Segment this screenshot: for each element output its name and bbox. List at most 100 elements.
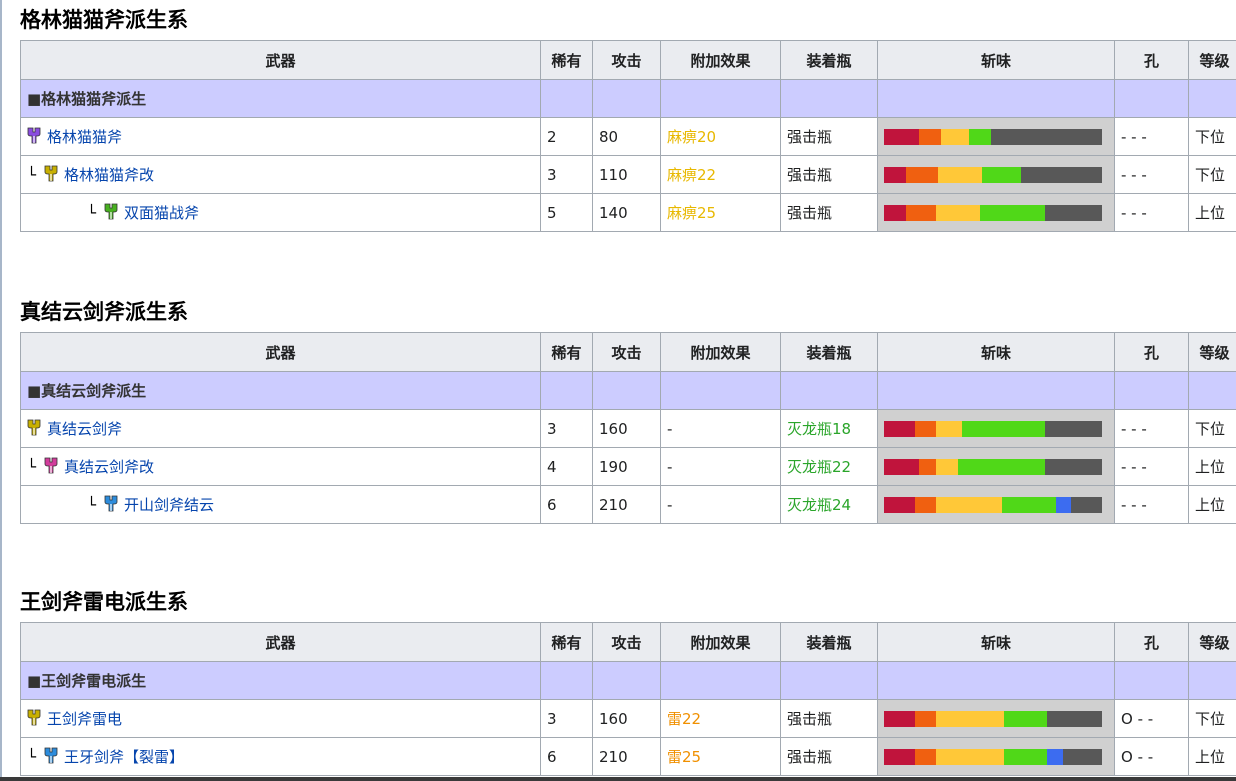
effect-cell: 麻痹25 (660, 193, 781, 232)
group-empty-cell (592, 79, 661, 118)
tree-branch-mark: └ (27, 166, 37, 184)
weapon-link[interactable]: 王剑斧雷电 (47, 710, 122, 728)
header-phial: 装着瓶 (780, 40, 878, 80)
weapon-cell-content: └ 格林猫猫斧改 (27, 165, 154, 184)
header-slots: 孔 (1114, 622, 1189, 662)
weapon-cell-content: └ 真结云剑斧改 (27, 457, 154, 476)
sharpness-segment-red (884, 710, 915, 727)
group-empty-cell (877, 661, 1115, 700)
sharpness-segment-gray (1045, 420, 1102, 437)
attack-cell: 140 (592, 193, 661, 232)
group-empty-cell (1114, 371, 1189, 410)
sharpness-segment-gray (1045, 204, 1102, 221)
sharpness-segment-yellow (940, 128, 969, 145)
sharpness-segment-yellow (936, 204, 980, 221)
switch-axe-icon (27, 127, 41, 144)
header-attack: 攻击 (592, 332, 661, 372)
sharpness-cell (877, 485, 1115, 524)
sharpness-segment-red (884, 496, 915, 513)
weapon-cell: └ 格林猫猫斧改 (20, 155, 541, 194)
group-empty-cell (780, 79, 878, 118)
slots-cell: - - - (1114, 117, 1189, 156)
weapon-cell-content: 格林猫猫斧 (27, 127, 122, 146)
table-header-row: 武器 稀有 攻击 附加效果 装着瓶 斩味孔等级 (20, 40, 1236, 80)
weapon-cell: 真结云剑斧 (20, 409, 541, 448)
weapon-cell: └ 双面猫战斧 (20, 193, 541, 232)
group-empty-cell (1188, 79, 1236, 118)
sharpness-cell (877, 155, 1115, 194)
sharpness-segment-yellow (936, 748, 1004, 765)
header-sharpness: 斩味 (877, 622, 1115, 662)
weapon-link[interactable]: 真结云剑斧改 (64, 458, 154, 476)
sharpness-bar (884, 166, 1102, 183)
rank-cell: 上位 (1188, 737, 1236, 776)
attack-cell: 190 (592, 447, 661, 486)
group-empty-cell (540, 79, 593, 118)
weapon-link[interactable]: 格林猫猫斧改 (64, 166, 154, 184)
weapon-cell: └ 王牙剑斧【裂雷】 (20, 737, 541, 776)
sharpness-segment-green (979, 204, 1046, 221)
sharpness-bar (884, 128, 1102, 145)
group-empty-cell (592, 371, 661, 410)
sharpness-segment-orange (914, 710, 937, 727)
group-empty-cell (877, 371, 1115, 410)
sharpness-segment-green (982, 166, 1022, 183)
header-effect: 附加效果 (660, 622, 781, 662)
group-row: ■真结云剑斧派生 (20, 371, 1236, 410)
effect-cell: - (660, 447, 781, 486)
header-slots: 孔 (1114, 332, 1189, 372)
header-rarity: 稀有 (540, 332, 593, 372)
weapon-link[interactable]: 真结云剑斧 (47, 420, 122, 438)
group-empty-cell (660, 661, 781, 700)
sharpness-segment-blue (1056, 496, 1072, 513)
group-row: ■王剑斧雷电派生 (20, 661, 1236, 700)
header-sharpness: 斩味 (877, 40, 1115, 80)
weapon-link[interactable]: 双面猫战斧 (124, 204, 199, 222)
sharpness-segment-yellow (936, 458, 959, 475)
sharpness-segment-gray (990, 128, 1102, 145)
weapon-link[interactable]: 开山剑斧结云 (124, 496, 214, 514)
group-empty-cell (780, 661, 878, 700)
sharpness-segment-orange (918, 128, 941, 145)
group-empty-cell (1188, 371, 1236, 410)
sharpness-segment-red (884, 748, 915, 765)
sharpness-segment-yellow (936, 710, 1004, 727)
slots-cell: - - - (1114, 447, 1189, 486)
sharpness-segment-gray (1021, 166, 1102, 183)
group-empty-cell (660, 371, 781, 410)
attack-cell: 110 (592, 155, 661, 194)
switch-axe-icon (44, 747, 58, 764)
sharpness-segment-green (1003, 748, 1048, 765)
content-left-border (0, 0, 2, 781)
rarity-cell: 3 (540, 155, 593, 194)
tree-branch-mark: └ (87, 496, 97, 514)
phial-cell: 强击瓶 (780, 737, 878, 776)
effect-cell: 麻痹20 (660, 117, 781, 156)
phial-cell: 强击瓶 (780, 117, 878, 156)
sharpness-segment-yellow (936, 496, 1002, 513)
weapon-cell-content: └ 开山剑斧结云 (27, 495, 214, 514)
slots-cell: - - - (1114, 193, 1189, 232)
sharpness-segment-red (884, 204, 906, 221)
group-empty-cell (877, 79, 1115, 118)
table-header-row: 武器 稀有 攻击 附加效果 装着瓶 斩味孔等级 (20, 622, 1236, 662)
table-row: 格林猫猫斧 2 80 麻痹20 强击瓶 - - - 下位 (20, 117, 1236, 156)
weapon-link[interactable]: 王牙剑斧【裂雷】 (64, 748, 184, 766)
sharpness-segment-orange (914, 420, 937, 437)
group-empty-cell (592, 661, 661, 700)
rank-cell: 下位 (1188, 409, 1236, 448)
tree-branch-mark: └ (27, 748, 37, 766)
sharpness-cell (877, 737, 1115, 776)
phial-cell: 强击瓶 (780, 699, 878, 738)
attack-cell: 210 (592, 485, 661, 524)
weapon-cell: └ 真结云剑斧改 (20, 447, 541, 486)
sharpness-segment-yellow (938, 166, 983, 183)
sharpness-segment-green (1003, 710, 1048, 727)
weapon-link[interactable]: 格林猫猫斧 (47, 128, 122, 146)
rarity-cell: 2 (540, 117, 593, 156)
attack-cell: 160 (592, 409, 661, 448)
attack-cell: 80 (592, 117, 661, 156)
sharpness-segment-orange (918, 458, 937, 475)
window-bottom-edge (0, 777, 1236, 781)
switch-axe-icon (44, 165, 58, 182)
